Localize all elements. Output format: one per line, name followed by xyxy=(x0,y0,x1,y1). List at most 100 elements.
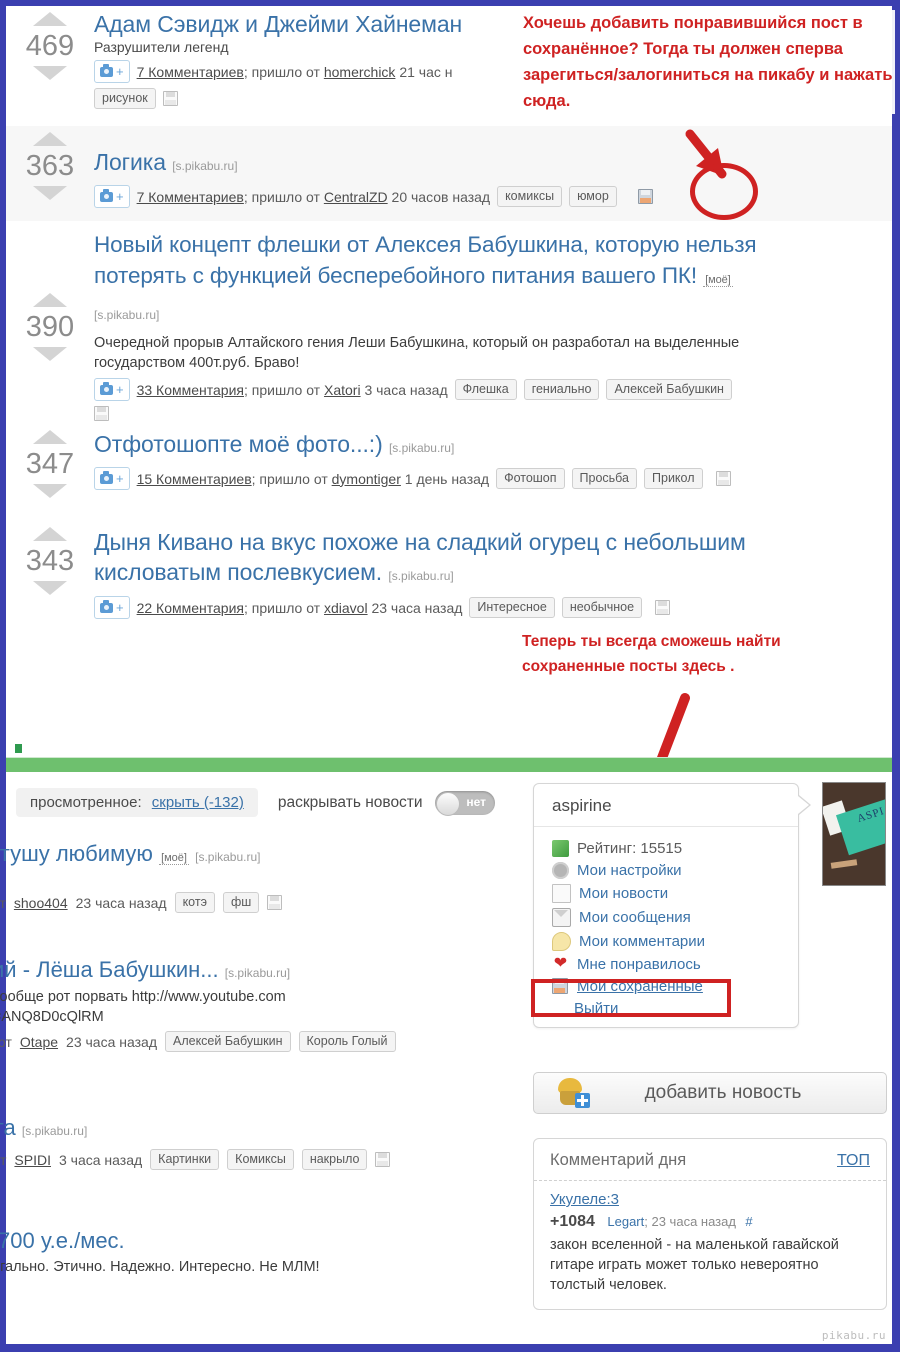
author-link[interactable]: CentralZD xyxy=(324,189,388,205)
tag-chip[interactable]: необычное xyxy=(561,597,643,618)
comments-link[interactable]: 22 Комментария xyxy=(137,600,244,616)
window-frame-right xyxy=(892,0,900,1352)
floppy-icon[interactable] xyxy=(162,91,178,106)
post-body: Отфотошопте моё фото...:) [s.pikabu.ru] … xyxy=(94,416,892,498)
downvote-arrow-icon[interactable] xyxy=(33,347,67,361)
rating-value: 390 xyxy=(25,311,75,343)
floppy-icon[interactable] xyxy=(655,600,671,615)
list-item[interactable]: отушу любимую [моё] [s.pikabu.ru] от sho… xyxy=(0,840,526,913)
post-title[interactable]: Отфотошопте моё фото...:) [s.pikabu.ru] xyxy=(94,430,892,462)
tag-chip[interactable]: юмор xyxy=(569,186,617,207)
camera-icon[interactable]: + xyxy=(94,596,130,619)
post-time: 1 день назад xyxy=(404,470,490,487)
downvote-arrow-icon[interactable] xyxy=(33,581,67,595)
post-description: вообще рот порвать http://www.youtube.co… xyxy=(0,987,526,1027)
tag-chip[interactable]: Прикол xyxy=(644,468,703,489)
comment-permalink[interactable]: # xyxy=(745,1214,752,1229)
table-row[interactable]: 347 Отфотошопте моё фото...:) [s.pikabu.… xyxy=(6,416,892,511)
post-source: [s.pikabu.ru] xyxy=(21,1124,88,1138)
expand-news-label: раскрывать новости xyxy=(277,793,423,811)
post-meta: + 7 Комментариев; пришло от CentralZD 20… xyxy=(94,185,892,208)
user-menu-item-comments[interactable]: Мои комментарии xyxy=(534,929,798,953)
post-title[interactable]: Дыня Кивано на вкус похоже на сладкий ог… xyxy=(94,527,802,591)
tag-chip[interactable]: рисунок xyxy=(94,88,156,109)
author-link[interactable]: xdiavol xyxy=(324,600,368,616)
author-link[interactable]: Xatori xyxy=(324,382,361,398)
post-meta: от Otape 23 часа назад Алексей Бабушкин … xyxy=(0,1031,526,1052)
tag-chip[interactable]: комиксы xyxy=(497,186,563,207)
author-link[interactable]: dymontiger xyxy=(332,471,401,487)
post-source: [s.pikabu.ru] xyxy=(224,966,291,980)
post-time: 20 часов назад xyxy=(391,188,491,205)
hide-viewed-link[interactable]: скрыть (-132) xyxy=(152,794,244,811)
tag-chip[interactable]: Комиксы xyxy=(227,1149,294,1170)
comment-of-day-body: Укулеле:3 +1084 Legart; 23 часа назад # … xyxy=(534,1181,886,1309)
comments-link[interactable]: 33 Комментария xyxy=(137,382,244,398)
expand-news-toggle[interactable]: нет xyxy=(435,790,496,816)
tag-chip[interactable]: Картинки xyxy=(150,1149,220,1170)
floppy-icon[interactable] xyxy=(715,471,731,486)
tag-chip[interactable]: Алексей Бабушкин xyxy=(164,1031,291,1052)
upvote-arrow-icon[interactable] xyxy=(33,12,67,26)
user-menu-item-rating: Рейтинг: 15515 xyxy=(534,837,798,859)
author-link[interactable]: homerchick xyxy=(324,64,396,80)
post-title[interactable]: Новый концепт флешки от Алексея Бабушкин… xyxy=(94,229,802,331)
tag-chip[interactable]: Флешка xyxy=(454,379,517,400)
add-news-button[interactable]: добавить новость xyxy=(533,1072,887,1114)
comments-link[interactable]: 7 Комментариев xyxy=(137,64,244,80)
post-title[interactable]: Логика [s.pikabu.ru] xyxy=(94,148,892,180)
highlight-box-saved-menu-item xyxy=(531,979,731,1017)
post-title[interactable]: га [s.pikabu.ru] xyxy=(0,1114,526,1145)
comments-link[interactable]: 15 Комментариев xyxy=(137,471,252,487)
tag-chip[interactable]: Фотошоп xyxy=(496,468,565,489)
comment-post-link[interactable]: Укулеле:3 xyxy=(550,1191,619,1208)
upvote-arrow-icon[interactable] xyxy=(33,527,67,541)
top-link[interactable]: ТОП xyxy=(837,1152,870,1170)
meta-mid: ; пришло от xyxy=(243,188,324,205)
post-title[interactable]: отушу любимую [моё] [s.pikabu.ru] xyxy=(0,840,526,872)
post-meta: + 15 Комментариев; пришло от dymontiger … xyxy=(94,467,892,490)
list-item[interactable]: ий - Лёша Бабушкин... [s.pikabu.ru] вооб… xyxy=(0,956,526,1052)
downvote-arrow-icon[interactable] xyxy=(33,484,67,498)
user-menu-item-settings[interactable]: Мои настройки xyxy=(534,859,798,881)
user-menu-label: Мои новости xyxy=(579,884,669,902)
tag-chip[interactable]: гениально xyxy=(523,379,600,400)
post-meta: от shoo404 23 часа назад котэ фш xyxy=(0,892,526,913)
expand-news-control: раскрывать новости нет xyxy=(277,790,496,816)
author-link[interactable]: SPIDI xyxy=(14,1152,51,1168)
tag-chip[interactable]: Просьба xyxy=(571,468,638,489)
post-title[interactable]: ий - Лёша Бабушкин... [s.pikabu.ru] xyxy=(0,956,526,987)
upvote-arrow-icon[interactable] xyxy=(33,293,67,307)
tag-chip[interactable]: Интересное xyxy=(469,597,555,618)
table-row[interactable]: 390 Новый концепт флешки от Алексея Бабу… xyxy=(6,221,892,421)
user-menu-item-messages[interactable]: Мои сообщения xyxy=(534,905,798,929)
tag-chip[interactable]: Король Голый xyxy=(298,1031,396,1052)
comments-link[interactable]: 7 Комментариев xyxy=(137,189,244,205)
upvote-arrow-icon[interactable] xyxy=(33,132,67,146)
add-news-label: добавить новость xyxy=(644,1082,802,1103)
list-item[interactable]: га [s.pikabu.ru] т SPIDI 3 часа назад Ка… xyxy=(0,1114,526,1170)
camera-icon[interactable]: + xyxy=(94,60,130,83)
tag-chip[interactable]: фш xyxy=(222,892,260,913)
tag-chip[interactable]: котэ xyxy=(174,892,215,913)
post-title-text: га xyxy=(0,1115,16,1140)
author-link[interactable]: shoo404 xyxy=(14,895,68,911)
comment-author[interactable]: Legart xyxy=(607,1214,644,1229)
author-link[interactable]: Otape xyxy=(20,1034,58,1050)
list-item[interactable]: 700 у.е./мес. егально. Этично. Надежно. … xyxy=(0,1227,526,1277)
camera-icon[interactable]: + xyxy=(94,467,130,490)
floppy-icon[interactable] xyxy=(637,189,653,204)
tag-chip[interactable]: накрыло xyxy=(301,1149,368,1170)
user-menu-item-my-news[interactable]: Мои новости xyxy=(534,881,798,905)
user-menu-item-liked[interactable]: ❤ Мне понравилось xyxy=(534,953,798,975)
floppy-icon[interactable] xyxy=(375,1152,391,1167)
camera-icon[interactable]: + xyxy=(94,185,130,208)
floppy-icon[interactable] xyxy=(267,895,283,910)
camera-icon[interactable]: + xyxy=(94,378,130,401)
downvote-arrow-icon[interactable] xyxy=(33,186,67,200)
table-row[interactable]: 343 Дыня Кивано на вкус похоже на сладки… xyxy=(6,511,892,631)
tag-chip[interactable]: Алексей Бабушкин xyxy=(606,379,732,400)
upvote-arrow-icon[interactable] xyxy=(33,430,67,444)
post-title[interactable]: 700 у.е./мес. xyxy=(0,1227,526,1254)
downvote-arrow-icon[interactable] xyxy=(33,66,67,80)
